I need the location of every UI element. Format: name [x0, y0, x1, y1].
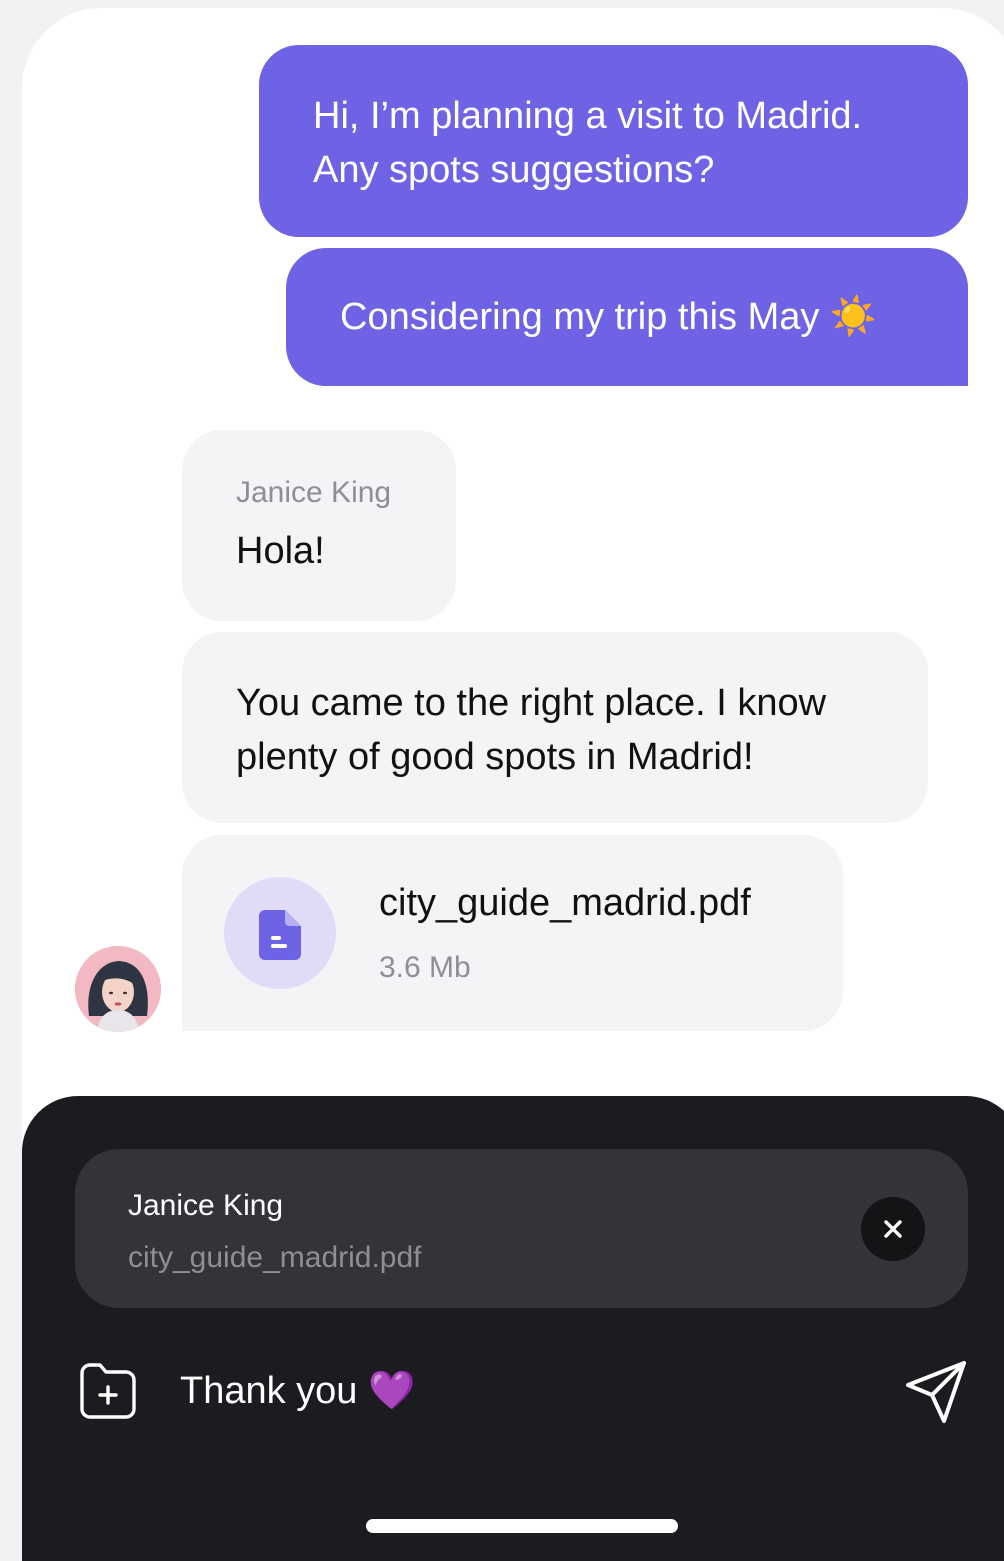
message-input[interactable]: Thank you 💜 [180, 1364, 820, 1418]
home-indicator [366, 1519, 678, 1533]
send-icon [906, 1361, 966, 1423]
file-size: 3.6 Mb [379, 951, 471, 984]
message-composer: Janice King city_guide_madrid.pdf Thank … [22, 1096, 1004, 1561]
reply-file-name: city_guide_madrid.pdf [128, 1241, 422, 1274]
incoming-message[interactable]: Janice King Hola! [182, 430, 456, 621]
message-text: Hola! [236, 530, 325, 572]
folder-plus-icon [80, 1363, 136, 1419]
chat-page: Hi, I’m planning a visit to Madrid. Any … [0, 0, 1004, 1561]
message-text: Hi, I’m planning a visit to Madrid. Any … [313, 95, 863, 191]
message-text: You came to the right place. I know plen… [236, 682, 827, 778]
send-button[interactable] [904, 1359, 970, 1425]
avatar[interactable] [75, 946, 161, 1032]
avatar-image [75, 946, 161, 1032]
outgoing-message[interactable]: Considering my trip this May ☀️ [286, 248, 968, 386]
document-icon [259, 910, 301, 960]
file-icon-badge[interactable] [224, 877, 336, 989]
incoming-message[interactable]: You came to the right place. I know plen… [182, 632, 928, 823]
reply-sender-name: Janice King [128, 1189, 284, 1222]
close-reply-button[interactable] [861, 1197, 925, 1261]
message-text: Considering my trip this May ☀️ [340, 296, 878, 338]
outgoing-message[interactable]: Hi, I’m planning a visit to Madrid. Any … [259, 45, 968, 237]
sender-name: Janice King [236, 476, 392, 509]
file-attachment-message[interactable]: city_guide_madrid.pdf 3.6 Mb [182, 835, 843, 1031]
file-name[interactable]: city_guide_madrid.pdf [379, 881, 751, 925]
close-icon [884, 1220, 902, 1238]
attach-file-button[interactable] [78, 1361, 138, 1421]
reply-preview[interactable]: Janice King city_guide_madrid.pdf [75, 1149, 968, 1308]
